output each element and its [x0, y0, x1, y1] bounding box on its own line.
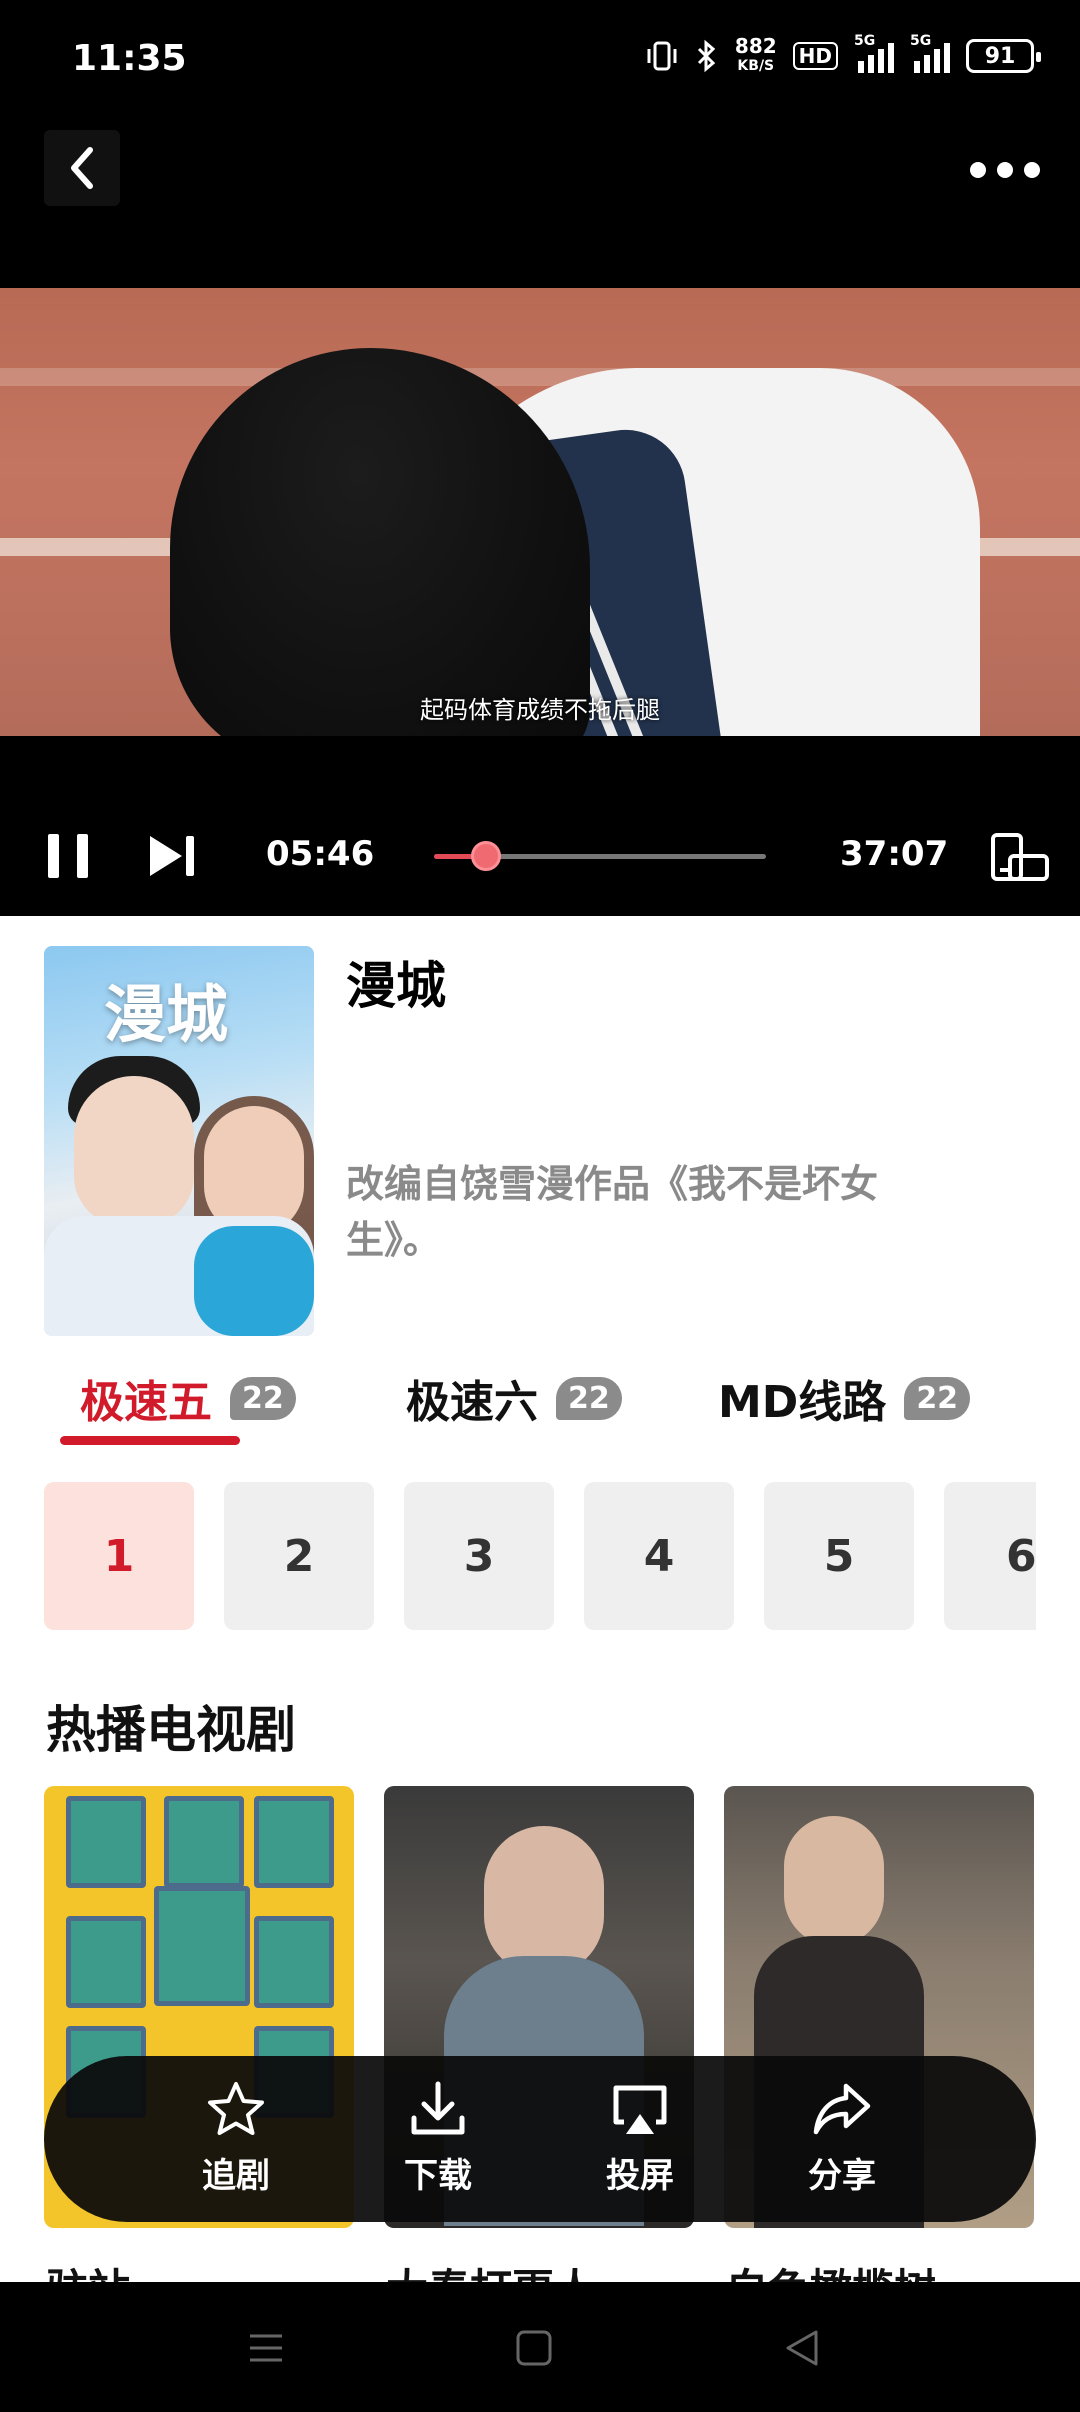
- signal-icon-2: 5G: [910, 33, 950, 73]
- show-title: 漫城: [346, 957, 446, 1015]
- episode-button-5[interactable]: 5: [764, 1482, 914, 1630]
- poster-window: [254, 1796, 334, 1888]
- hot-section-title: 热播电视剧: [46, 1701, 296, 1759]
- source-tabs: 极速五 22 极速六 22 MD线路 22: [0, 1366, 1080, 1446]
- player-controls: 05:46 37:07: [0, 736, 1080, 916]
- menu-icon: [250, 2334, 282, 2362]
- tab-label: MD线路: [718, 1377, 887, 1428]
- back-triangle-icon: [786, 2330, 818, 2366]
- cast-button[interactable]: 投屏: [580, 2078, 700, 2197]
- poster-window: [254, 1916, 334, 2008]
- poster-figure: [484, 1826, 604, 1976]
- progress-knob[interactable]: [470, 841, 501, 871]
- signal-label: 5G: [854, 33, 876, 49]
- rotate-screen-button[interactable]: [990, 832, 1050, 882]
- download-button[interactable]: 下载: [378, 2078, 498, 2197]
- duration-time: 37:07: [840, 834, 949, 874]
- system-nav-bar: [0, 2282, 1080, 2412]
- skip-next-icon: [150, 836, 194, 876]
- dot-icon: [1024, 162, 1040, 178]
- rotate-screen-icon: [991, 833, 1049, 881]
- signal-icon: 5G: [854, 33, 894, 73]
- video-player[interactable]: [0, 288, 1080, 736]
- poster-figure: [74, 1076, 194, 1226]
- bluetooth-icon: [695, 39, 719, 73]
- poster-window: [66, 1916, 146, 2008]
- show-card-title: 大奉打更人: [386, 2256, 596, 2282]
- poster-figure: [784, 1816, 884, 1946]
- download-label: 下载: [404, 2156, 472, 2196]
- status-bar: 11:35 882 KB/S HD 5G 5G 91: [0, 0, 1080, 120]
- home-button[interactable]: [504, 2318, 564, 2378]
- tab-source-3[interactable]: MD线路 22: [718, 1366, 971, 1430]
- tab-source-2[interactable]: 极速六 22: [406, 1366, 622, 1430]
- poster-window: [164, 1796, 244, 1888]
- hd-icon: HD: [792, 42, 838, 70]
- show-description: 改编自饶雪漫作品《我不是坏女生》。: [346, 1162, 879, 1262]
- video-subtitle: 起码体育成绩不拖后腿: [420, 696, 660, 724]
- episode-list: 1 2 3 4 5 6: [44, 1482, 1036, 1632]
- episode-count-badge: 22: [230, 1376, 296, 1420]
- poster-window: [154, 1886, 250, 2006]
- episode-button-4[interactable]: 4: [584, 1482, 734, 1630]
- share-icon: [813, 2083, 871, 2135]
- pause-button[interactable]: [48, 834, 88, 878]
- episode-count-badge: 22: [904, 1376, 971, 1420]
- tab-source-1[interactable]: 极速五 22: [80, 1366, 296, 1430]
- system-back-button[interactable]: [772, 2318, 832, 2378]
- floating-action-bar: 追剧 下载 投屏 分享: [44, 2056, 1036, 2222]
- pause-bar: [48, 834, 59, 878]
- episode-button-1[interactable]: 1: [44, 1482, 194, 1630]
- cast-label: 投屏: [606, 2156, 674, 2196]
- vibrate-icon: [645, 39, 679, 73]
- show-poster: 漫城: [44, 946, 314, 1336]
- pause-bar: [77, 834, 88, 878]
- poster-title: 漫城: [104, 978, 229, 1051]
- signal-label-2: 5G: [910, 33, 932, 49]
- episode-button-2[interactable]: 2: [224, 1482, 374, 1630]
- network-speed: 882 KB/S: [735, 36, 777, 76]
- battery-icon: 91: [966, 39, 1041, 73]
- star-icon: [208, 2082, 264, 2135]
- dot-icon: [970, 162, 986, 178]
- home-icon: [516, 2330, 552, 2366]
- follow-button[interactable]: 追剧: [176, 2078, 296, 2197]
- episode-button-6[interactable]: 6: [944, 1482, 1036, 1630]
- battery-level: 91: [984, 43, 1016, 69]
- active-tab-indicator: [60, 1436, 240, 1445]
- status-icons: 882 KB/S HD 5G 5G 91: [645, 33, 1041, 76]
- show-card-title: 驻站: [46, 2256, 130, 2282]
- network-speed-value: 882: [734, 34, 777, 58]
- current-time: 05:46: [266, 834, 375, 874]
- player-top-bar: [0, 120, 1080, 288]
- chevron-left-icon: [71, 147, 93, 189]
- poster-figure: [194, 1226, 314, 1336]
- show-card-title: 白色橄榄树: [726, 2256, 936, 2282]
- back-button[interactable]: [44, 130, 120, 206]
- recent-apps-button[interactable]: [236, 2318, 296, 2378]
- track-lane-line: [0, 368, 1080, 386]
- download-icon: [411, 2081, 465, 2135]
- tab-label: 极速五: [80, 1377, 212, 1428]
- progress-slider[interactable]: [434, 841, 766, 871]
- share-button[interactable]: 分享: [782, 2078, 902, 2197]
- cast-icon: [613, 2085, 667, 2134]
- tab-label: 极速六: [406, 1377, 538, 1428]
- dot-icon: [997, 162, 1013, 178]
- follow-label: 追剧: [202, 2156, 270, 2196]
- poster-window: [66, 1796, 146, 1888]
- share-label: 分享: [808, 2156, 876, 2196]
- episode-count-badge: 22: [556, 1376, 622, 1420]
- next-episode-button[interactable]: [146, 832, 198, 880]
- status-time: 11:35: [72, 38, 187, 79]
- episode-button-3[interactable]: 3: [404, 1482, 554, 1630]
- more-options-button[interactable]: [970, 150, 1040, 190]
- network-speed-unit: KB/S: [737, 58, 775, 74]
